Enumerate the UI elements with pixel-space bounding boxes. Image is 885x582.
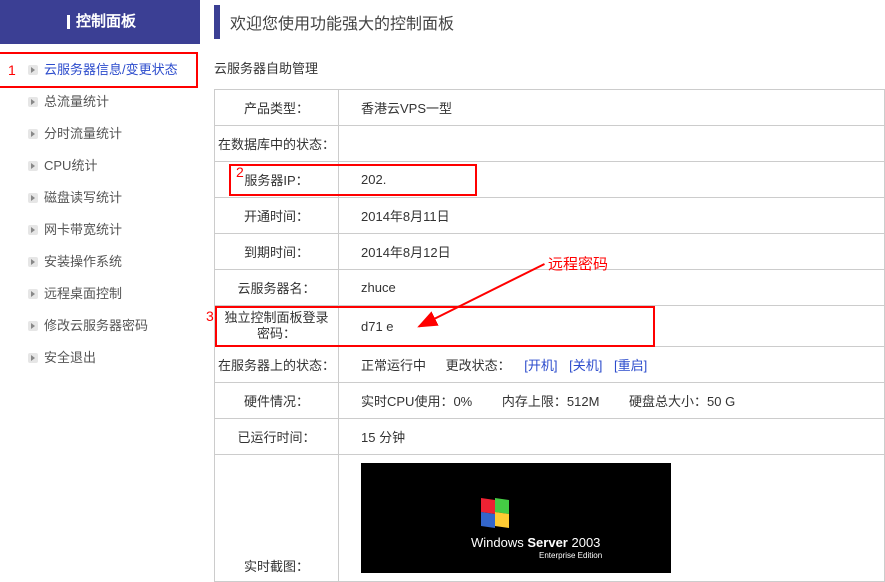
row-open-time: 开通时间： 2014年8月11日 <box>215 198 885 234</box>
bullet-icon <box>28 129 38 139</box>
value-expire-time: 2014年8月12日 <box>339 234 885 270</box>
label-expire-time: 到期时间： <box>215 234 339 270</box>
value-screenshot-cell: Windows Server 2003 Enterprise Edition <box>339 455 885 582</box>
os-logo-sub: Enterprise Edition <box>539 551 602 560</box>
row-product-type: 产品类型： 香港云VPS一型 <box>215 90 885 126</box>
value-product-type: 香港云VPS一型 <box>339 90 885 126</box>
label-screenshot: 实时截图： <box>215 455 339 582</box>
bullet-icon <box>28 193 38 203</box>
sidebar-menu: 云服务器信息/变更状态 总流量统计 分时流量统计 CPU统计 磁盘读写统计 网卡… <box>0 44 200 384</box>
hw-mem: 内存上限：512M <box>502 391 600 410</box>
sidebar-item-nic-stats[interactable]: 网卡带宽统计 <box>0 214 200 246</box>
row-db-status: 在数据库中的状态： <box>215 126 885 162</box>
sidebar-item-install-os[interactable]: 安装操作系统 <box>0 246 200 278</box>
sidebar-item-total-traffic[interactable]: 总流量统计 <box>0 86 200 118</box>
banner-title: 欢迎您使用功能强大的控制面板 <box>230 10 454 34</box>
sidebar-title: 控制面板 <box>0 0 200 44</box>
details-table: 产品类型： 香港云VPS一型 在数据库中的状态： 服务器IP： 202. 开通时… <box>214 89 885 582</box>
banner-bar-icon <box>214 5 220 39</box>
os-logo-text: Windows Server 2003 <box>471 535 600 550</box>
sidebar-item-remote-desktop[interactable]: 远程桌面控制 <box>0 278 200 310</box>
action-start[interactable]: [开机] <box>524 358 557 373</box>
bullet-icon <box>28 97 38 107</box>
sidebar-item-logout[interactable]: 安全退出 <box>0 342 200 374</box>
label-panel-pwd: 独立控制面板登录密码： <box>215 306 339 347</box>
sidebar: 控制面板 云服务器信息/变更状态 总流量统计 分时流量统计 CPU统计 磁盘读写… <box>0 0 200 582</box>
row-panel-pwd: 独立控制面板登录密码： d71 e <box>215 306 885 347</box>
sidebar-item-change-pwd[interactable]: 修改云服务器密码 <box>0 310 200 342</box>
row-hardware: 硬件情况： 实时CPU使用：0% 内存上限：512M 硬盘总大小：50 G <box>215 383 885 419</box>
hw-disk: 硬盘总大小：50 G <box>629 391 735 410</box>
live-screenshot[interactable]: Windows Server 2003 Enterprise Edition <box>361 463 671 573</box>
label-db-status: 在数据库中的状态： <box>215 126 339 162</box>
row-expire-time: 到期时间： 2014年8月12日 <box>215 234 885 270</box>
label-uptime: 已运行时间： <box>215 419 339 455</box>
value-uptime: 15 分钟 <box>339 419 885 455</box>
main-content: 欢迎您使用功能强大的控制面板 云服务器自助管理 产品类型： 香港云VPS一型 在… <box>200 0 885 582</box>
status-running: 正常运行中 <box>361 355 426 374</box>
windows-flag-icon <box>481 499 511 529</box>
sidebar-item-server-info[interactable]: 云服务器信息/变更状态 <box>0 54 200 86</box>
value-panel-pwd: d71 e <box>339 306 885 347</box>
hw-cpu: 实时CPU使用：0% <box>361 391 472 410</box>
sidebar-item-cpu-stats[interactable]: CPU统计 <box>0 150 200 182</box>
label-hardware: 硬件情况： <box>215 383 339 419</box>
label-product-type: 产品类型： <box>215 90 339 126</box>
sidebar-item-disk-stats[interactable]: 磁盘读写统计 <box>0 182 200 214</box>
row-on-server-status: 在服务器上的状态： 正常运行中 更改状态： [开机] [关机] [重启] <box>215 347 885 383</box>
bullet-icon <box>28 161 38 171</box>
change-status-label: 更改状态： <box>446 358 511 373</box>
label-open-time: 开通时间： <box>215 198 339 234</box>
bullet-icon <box>28 225 38 235</box>
bullet-icon <box>28 321 38 331</box>
value-server-name: zhuce <box>339 270 885 306</box>
subtitle: 云服务器自助管理 <box>214 58 885 77</box>
bullet-icon <box>28 289 38 299</box>
value-on-server: 正常运行中 更改状态： [开机] [关机] [重启] <box>339 347 885 383</box>
value-open-time: 2014年8月11日 <box>339 198 885 234</box>
row-server-ip: 服务器IP： 202. <box>215 162 885 198</box>
label-server-ip: 服务器IP： <box>215 162 339 198</box>
value-db-status <box>339 126 885 162</box>
row-screenshot: 实时截图： Windows Server 2003 Enterprise Edi… <box>215 455 885 582</box>
bullet-icon <box>28 353 38 363</box>
action-stop[interactable]: [关机] <box>569 358 602 373</box>
banner: 欢迎您使用功能强大的控制面板 <box>214 0 885 44</box>
label-server-name: 云服务器名： <box>215 270 339 306</box>
sidebar-item-time-traffic[interactable]: 分时流量统计 <box>0 118 200 150</box>
value-hardware: 实时CPU使用：0% 内存上限：512M 硬盘总大小：50 G <box>339 383 885 419</box>
row-uptime: 已运行时间： 15 分钟 <box>215 419 885 455</box>
value-server-ip: 202. <box>339 162 885 198</box>
action-restart[interactable]: [重启] <box>614 358 647 373</box>
bullet-icon <box>28 257 38 267</box>
label-on-server: 在服务器上的状态： <box>215 347 339 383</box>
bullet-icon <box>28 65 38 75</box>
row-server-name: 云服务器名： zhuce <box>215 270 885 306</box>
